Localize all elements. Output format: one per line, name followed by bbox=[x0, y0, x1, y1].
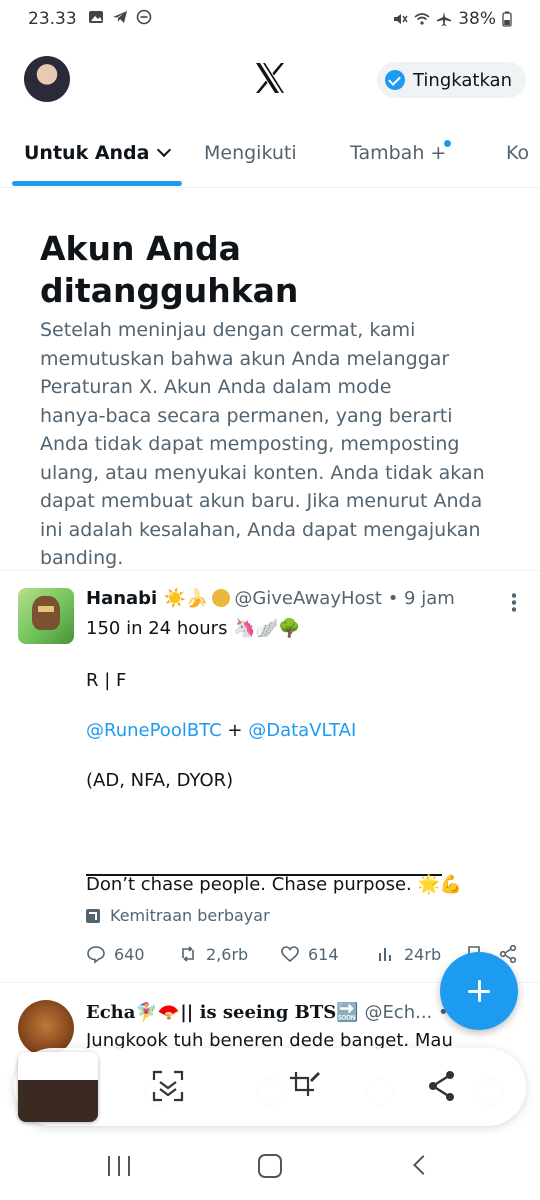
wifi-icon bbox=[414, 13, 430, 25]
compose-post-button[interactable] bbox=[440, 952, 518, 1030]
tweet-text-line: (AD, NFA, DYOR) bbox=[86, 770, 234, 791]
crop-edit-icon[interactable] bbox=[286, 1068, 322, 1104]
reply-button[interactable]: 640 bbox=[86, 944, 145, 964]
verified-badge-icon bbox=[384, 70, 405, 90]
tab-overflow-label: Ko bbox=[506, 142, 530, 164]
screenshot-thumbnail[interactable] bbox=[18, 1052, 98, 1122]
tweet-text-line: R | F bbox=[86, 670, 127, 691]
section-divider bbox=[0, 570, 540, 571]
notice-line: Setelah meninjau dengan cermat, kami bbox=[40, 319, 416, 341]
active-tab-indicator bbox=[12, 181, 182, 186]
repost-icon bbox=[182, 946, 194, 962]
new-indicator-dot bbox=[444, 140, 452, 147]
tweet-text-line: Don’t chase people. Chase purpose. 🌟💪 bbox=[86, 874, 463, 895]
share-screenshot-icon[interactable] bbox=[424, 1068, 460, 1104]
verified-gold-icon bbox=[212, 589, 231, 607]
reply-icon bbox=[87, 946, 105, 964]
notice-line: dapat membuat akun baru. Jika menurut An… bbox=[40, 490, 483, 512]
tweet-mentions-line: @RunePoolBTC + @DataVLTAI bbox=[86, 718, 356, 743]
tweet-header: Echa🧚‍♀️🪭|| is seeing BTS🔜 @Ech... • 10 … bbox=[86, 1002, 488, 1023]
like-button[interactable]: 614 bbox=[280, 944, 339, 964]
airplane-icon bbox=[437, 12, 452, 26]
upgrade-button[interactable]: Tingkatkan bbox=[376, 62, 526, 98]
profile-avatar[interactable] bbox=[24, 56, 70, 102]
tweet-author-name[interactable]: Echa🧚‍♀️🪭|| is seeing BTS🔜 bbox=[86, 1002, 359, 1023]
scan-text-icon[interactable] bbox=[150, 1068, 186, 1104]
mute-icon bbox=[394, 14, 408, 24]
repost-button[interactable]: 2,6rb bbox=[178, 944, 248, 964]
app-header: Tingkatkan bbox=[0, 48, 540, 110]
like-count: 614 bbox=[308, 944, 339, 964]
tweet-handle-time: @GiveAwayHost • 9 jam bbox=[234, 588, 455, 609]
timeline-tabs: Untuk Anda Mengikuti Tambah + Ko bbox=[0, 128, 540, 188]
tab-following[interactable]: Mengikuti bbox=[204, 142, 297, 164]
repost-count: 2,6rb bbox=[206, 944, 249, 964]
x-logo-icon[interactable] bbox=[252, 60, 288, 96]
tab-for-you[interactable]: Untuk Anda bbox=[24, 142, 172, 164]
recents-icon[interactable] bbox=[108, 1156, 130, 1176]
mention-separator: + bbox=[221, 720, 249, 741]
mention-link[interactable]: @RunePoolBTC bbox=[86, 720, 222, 741]
heart-icon bbox=[281, 946, 299, 963]
notice-line: ini adalah kesalahan, Anda dapat mengaju… bbox=[40, 518, 481, 541]
chevron-down-icon bbox=[157, 142, 172, 158]
mention-link[interactable]: @DataVLTAI bbox=[248, 720, 356, 741]
tab-overflow[interactable]: Ko bbox=[506, 142, 529, 164]
status-time: 23.33 bbox=[28, 9, 77, 29]
system-navigation-bar bbox=[0, 1134, 540, 1200]
upgrade-label: Tingkatkan bbox=[412, 69, 512, 91]
back-icon[interactable] bbox=[413, 1155, 433, 1175]
views-count: 24rb bbox=[404, 944, 442, 964]
paid-partnership-label: Kemitraan berbayar bbox=[86, 906, 270, 925]
tab-add-label: Tambah + bbox=[350, 142, 447, 164]
views-chart-icon bbox=[379, 948, 391, 961]
tab-for-you-label: Untuk Anda bbox=[24, 142, 150, 164]
notice-body: Setelah meninjau dengan cermat, kami mem… bbox=[40, 316, 510, 573]
status-bar: 23.33 38% bbox=[0, 0, 540, 40]
tab-add[interactable]: Tambah + bbox=[350, 140, 453, 164]
reply-count: 640 bbox=[114, 944, 145, 964]
notice-line: banding. bbox=[40, 547, 124, 569]
notice-line: hanya-baca secara permanen, yang berarti bbox=[40, 404, 453, 427]
views-button[interactable]: 24rb bbox=[376, 944, 441, 964]
more-options-icon[interactable] bbox=[512, 592, 516, 612]
tweet-header: Hanabi ☀️🍌 @GiveAwayHost • 9 jam bbox=[86, 588, 455, 609]
paid-partnership-icon bbox=[86, 908, 100, 923]
notice-line: memutuskan bahwa akun Anda melanggar bbox=[40, 347, 450, 370]
battery-icon bbox=[502, 11, 512, 27]
paid-partnership-text: Kemitraan berbayar bbox=[110, 906, 270, 925]
notice-title: Akun Anda ditangguhkan bbox=[40, 229, 299, 310]
tweet-text-line: 150 in 24 hours 🦄🪽🌳 bbox=[86, 618, 301, 639]
gallery-icon bbox=[89, 11, 103, 23]
notice-line: Anda tidak dapat memposting, memposting bbox=[40, 433, 460, 455]
dnd-icon bbox=[136, 9, 152, 25]
status-notification-icons bbox=[88, 9, 152, 25]
notice-line: Peraturan X. Akun Anda dalam mode bbox=[40, 376, 392, 398]
notice-line: ulang, atau menyukai konten. Anda tidak … bbox=[40, 461, 485, 484]
tweet-author-name[interactable]: Hanabi ☀️🍌 bbox=[86, 588, 208, 609]
tab-following-label: Mengikuti bbox=[204, 142, 297, 164]
home-icon[interactable] bbox=[258, 1154, 282, 1178]
suspension-notice: Akun Anda ditangguhkan Setelah meninjau … bbox=[40, 228, 510, 573]
status-system-icons: 38% bbox=[392, 9, 512, 29]
tweet-author-avatar[interactable] bbox=[18, 588, 74, 644]
battery-percent: 38% bbox=[458, 9, 496, 29]
tweet-card[interactable]: Hanabi ☀️🍌 @GiveAwayHost • 9 jam 150 in 2… bbox=[0, 572, 540, 982]
telegram-icon bbox=[113, 11, 127, 23]
